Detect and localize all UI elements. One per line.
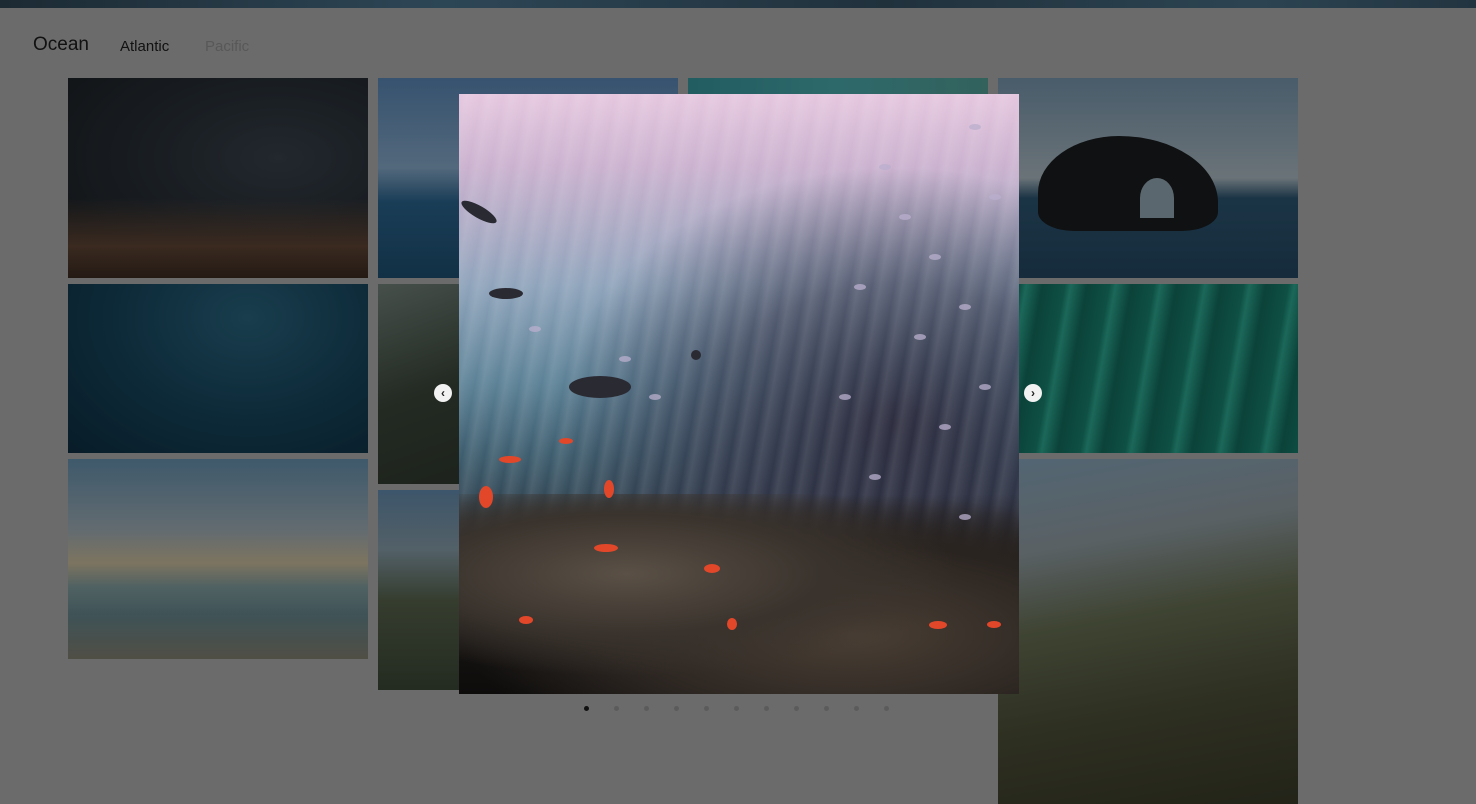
slide-dot[interactable] — [824, 706, 829, 711]
slide-dot[interactable] — [854, 706, 859, 711]
slide-dot[interactable] — [704, 706, 709, 711]
slide-dot[interactable] — [884, 706, 889, 711]
slide-dot[interactable] — [734, 706, 739, 711]
slide-dot[interactable] — [674, 706, 679, 711]
slide-dot[interactable] — [764, 706, 769, 711]
lightbox-image — [459, 94, 1019, 694]
slide-dot[interactable] — [644, 706, 649, 711]
prev-button[interactable]: ‹ — [434, 384, 452, 402]
chevron-right-icon: › — [1031, 386, 1035, 400]
slide-dot[interactable] — [794, 706, 799, 711]
next-button[interactable]: › — [1024, 384, 1042, 402]
slide-dot[interactable] — [614, 706, 619, 711]
slide-dot[interactable] — [584, 706, 589, 711]
chevron-left-icon: ‹ — [441, 386, 445, 400]
